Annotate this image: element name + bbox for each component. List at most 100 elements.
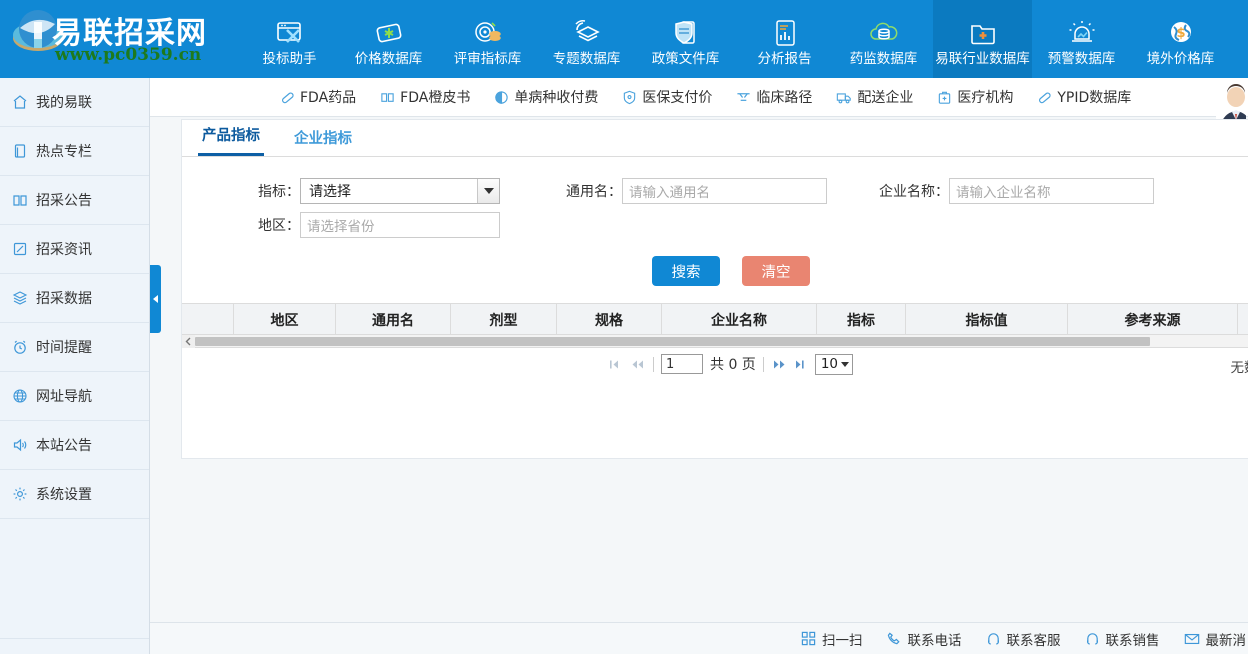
folder-plus-icon — [968, 16, 998, 50]
page-size-select[interactable]: 10 — [814, 353, 853, 375]
nav-item-topic-database[interactable]: 专题数据库 — [537, 0, 636, 78]
prev-page-icon[interactable] — [630, 359, 646, 370]
nav-item-yilian-industry-database[interactable]: 易联行业数据库 — [933, 0, 1032, 78]
phone-icon — [887, 631, 902, 646]
footer-item-latest-news[interactable]: 最新消 — [1184, 629, 1247, 649]
sidebar-item-label: 我的易联 — [36, 95, 92, 111]
table-header-cell-specification[interactable]: 规格 — [557, 304, 662, 335]
first-page-icon[interactable] — [609, 359, 623, 370]
field-label: 通用名： — [566, 184, 622, 200]
nav-label: 专题数据库 — [552, 50, 621, 67]
scroll-left-icon[interactable] — [182, 334, 195, 348]
subnav-item-fda-orange-book[interactable]: FDA橙皮书 — [380, 87, 470, 107]
footer-item-customer-service[interactable]: 联系客服 — [986, 629, 1061, 649]
path-icon — [736, 90, 751, 105]
empty-state-text: 无数据显示 — [1230, 360, 1248, 376]
target-coins-icon — [473, 16, 503, 50]
sidebar-item-label: 网址导航 — [36, 389, 92, 405]
pill-icon — [1037, 90, 1052, 105]
panel-tabs: 产品指标 企业指标 — [182, 120, 1248, 157]
sidebar-item-label: 招采资讯 — [36, 242, 92, 258]
speaker-icon — [12, 437, 29, 453]
tab-company-indicators[interactable]: 企业指标 — [290, 127, 356, 156]
clear-button[interactable]: 清空 — [742, 256, 810, 286]
subnav-item-distribution-company[interactable]: 配送企业 — [836, 87, 913, 107]
sidebar-item-bid-news[interactable]: 招采资讯 — [0, 225, 149, 274]
headset-icon — [1085, 631, 1100, 646]
nav-label: 药监数据库 — [849, 50, 918, 67]
sidebar-item-hot-column[interactable]: 热点专栏 — [0, 127, 149, 176]
sidebar-item-site-announcement[interactable]: 本站公告 — [0, 421, 149, 470]
table-header-cell-reference-source[interactable]: 参考来源 — [1068, 304, 1238, 335]
table-header-cell-company-name[interactable]: 企业名称 — [662, 304, 817, 335]
footer-item-phone[interactable]: 联系电话 — [887, 629, 962, 649]
nav-item-review-indicators[interactable]: 评审指标库 — [438, 0, 537, 78]
page-number-value: 1 — [666, 356, 675, 372]
generic-name-input[interactable]: 请输入通用名 — [622, 178, 827, 204]
top-nav-items: 投标助手 价格数据库 评审指标库 专题数据库 政策文件库 分析报告 药监数据库 … — [240, 0, 1248, 78]
nav-item-bid-assistant[interactable]: 投标助手 — [240, 0, 339, 78]
next-page-icon[interactable] — [771, 359, 787, 370]
subnav-item-clinical-pathway[interactable]: 临床路径 — [736, 87, 812, 107]
sidebar-item-site-navigation[interactable]: 网址导航 — [0, 372, 149, 421]
nav-item-policy-documents[interactable]: 政策文件库 — [636, 0, 735, 78]
table-header-row: 地区 通用名 剂型 规格 企业名称 指标 指标值 参考来源 — [182, 304, 1248, 335]
alarm-clock-icon — [12, 339, 29, 355]
nav-item-drug-admin-database[interactable]: 药监数据库 — [834, 0, 933, 78]
cloud-database-icon — [868, 16, 900, 50]
company-name-input[interactable]: 请输入企业名称 — [949, 178, 1154, 204]
table-header-cell-dosage-form[interactable]: 剂型 — [451, 304, 557, 335]
subnav-item-fda-drug[interactable]: FDA药品 — [280, 87, 356, 107]
collapse-sidebar-handle[interactable] — [150, 265, 161, 333]
footer-label: 最新消 — [1205, 632, 1247, 649]
nav-item-analysis-report[interactable]: 分析报告 — [735, 0, 834, 78]
mail-icon — [1184, 632, 1200, 646]
nav-item-warning-database[interactable]: 预警数据库 — [1032, 0, 1131, 78]
region-input[interactable]: 请选择省份 — [300, 212, 500, 238]
results-table: 地区 通用名 剂型 规格 企业名称 指标 指标值 参考来源 1 共 0 页 10… — [182, 303, 1248, 380]
field-company-name: 企业名称： 请输入企业名称 — [865, 178, 1154, 204]
svg-text:$: $ — [1176, 26, 1185, 41]
subnav-label: FDA药品 — [300, 90, 357, 106]
home-icon — [12, 94, 29, 110]
footer-label: 联系销售 — [1105, 632, 1160, 649]
footer-item-scan[interactable]: 扫一扫 — [801, 629, 863, 649]
footer-bar: 扫一扫 联系电话 联系客服 联系销售 最新消 — [150, 622, 1248, 654]
sidebar-item-bid-data[interactable]: 招采数据 — [0, 274, 149, 323]
form-buttons: 搜索 清空 — [182, 256, 1248, 286]
sidebar-item-bid-announcement[interactable]: 招采公告 — [0, 176, 149, 225]
company-name-placeholder: 请输入企业名称 — [956, 185, 1051, 201]
table-header-cell-indicator-value[interactable]: 指标值 — [906, 304, 1068, 335]
indicator-select-value: 请选择 — [309, 184, 351, 200]
table-header-cell-blank[interactable] — [182, 304, 234, 335]
sidebar-item-system-settings[interactable]: 系统设置 — [0, 470, 149, 519]
last-page-icon[interactable] — [794, 359, 808, 370]
chevron-left-icon — [153, 295, 158, 303]
subnav-item-single-disease-fee[interactable]: 单病种收付费 — [494, 87, 598, 107]
tab-product-indicators[interactable]: 产品指标 — [198, 124, 264, 156]
sidebar-item-label: 招采公告 — [36, 193, 92, 209]
table-header-cell-indicator[interactable]: 指标 — [817, 304, 906, 335]
indicator-select[interactable]: 请选择 — [300, 178, 500, 204]
book-open-icon — [12, 192, 29, 208]
chevron-down-icon — [841, 361, 849, 367]
alarm-chart-icon — [1067, 16, 1097, 50]
table-header-cell-region[interactable]: 地区 — [234, 304, 336, 335]
sidebar-item-my-yilian[interactable]: 我的易联 — [0, 78, 149, 127]
subnav-item-insurance-price[interactable]: 医保支付价 — [622, 87, 712, 107]
nav-label: 分析报告 — [757, 50, 812, 67]
search-button[interactable]: 搜索 — [652, 256, 720, 286]
nav-item-price-database[interactable]: 价格数据库 — [339, 0, 438, 78]
scrollbar-thumb[interactable] — [195, 337, 1150, 346]
search-panel: 产品指标 企业指标 指标： 请选择 通用名： 请输入通用名 企业名称： 请输入企… — [181, 119, 1248, 459]
site-logo[interactable]: 易联招采网 www.pc0359.cn — [0, 0, 240, 78]
footer-item-sales[interactable]: 联系销售 — [1085, 629, 1160, 649]
nav-item-overseas-price-database[interactable]: $ 境外价格库 — [1131, 0, 1230, 78]
sidebar-item-time-reminder[interactable]: 时间提醒 — [0, 323, 149, 372]
table-header-cell-generic-name[interactable]: 通用名 — [336, 304, 451, 335]
subnav-item-medical-institution[interactable]: 医疗机构 — [937, 87, 1013, 107]
horizontal-scrollbar[interactable] — [182, 334, 1248, 348]
page-number-input[interactable]: 1 — [661, 354, 703, 374]
region-placeholder: 请选择省份 — [307, 219, 375, 235]
subnav-item-ypid-database[interactable]: YPID数据库 — [1037, 87, 1131, 107]
